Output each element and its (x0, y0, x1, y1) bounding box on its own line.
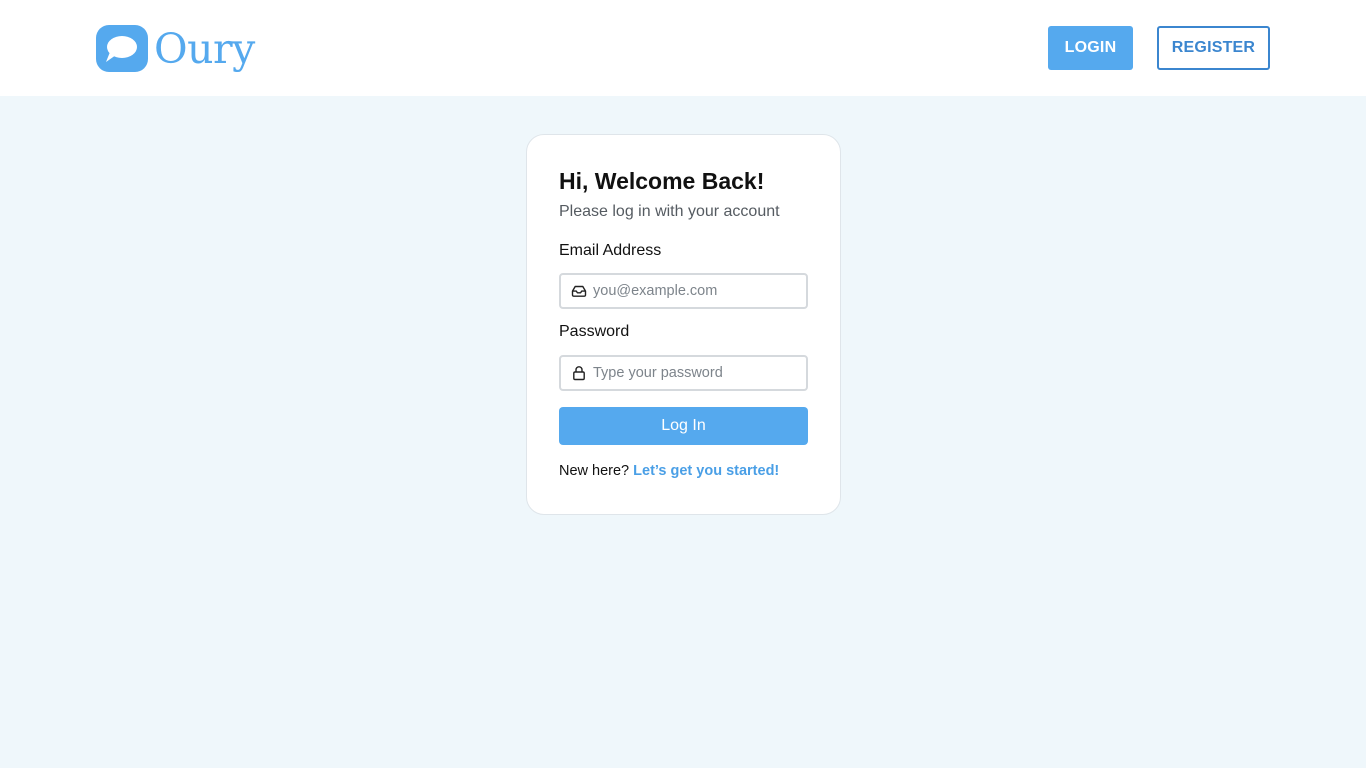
password-label: Password (559, 323, 630, 340)
lock-icon (573, 366, 585, 381)
register-nav-button[interactable]: REGISTER (1157, 26, 1270, 70)
password-field-wrapper (559, 355, 808, 391)
inbox-icon (571, 285, 587, 297)
chat-bubble-icon (96, 24, 148, 72)
email-field-wrapper (559, 273, 808, 309)
brand-name: Oury (154, 24, 255, 73)
brand-logo[interactable]: Oury (96, 22, 255, 74)
top-header: Oury LOGIN REGISTER (0, 0, 1366, 96)
page-title: Hi, Welcome Back! (559, 168, 765, 194)
password-input[interactable] (593, 358, 806, 388)
login-card: Hi, Welcome Back! Please log in with you… (526, 134, 841, 515)
email-label: Email Address (559, 242, 662, 259)
email-input[interactable] (593, 276, 806, 306)
login-submit-button[interactable]: Log In (559, 407, 808, 445)
signup-link[interactable]: Let’s get you started! (633, 463, 779, 479)
signup-prompt-text: New here? (559, 463, 630, 479)
signup-prompt-row: New here? Let’s get you started! (559, 461, 779, 481)
page-subtitle: Please log in with your account (559, 203, 780, 220)
login-nav-button[interactable]: LOGIN (1048, 26, 1133, 70)
